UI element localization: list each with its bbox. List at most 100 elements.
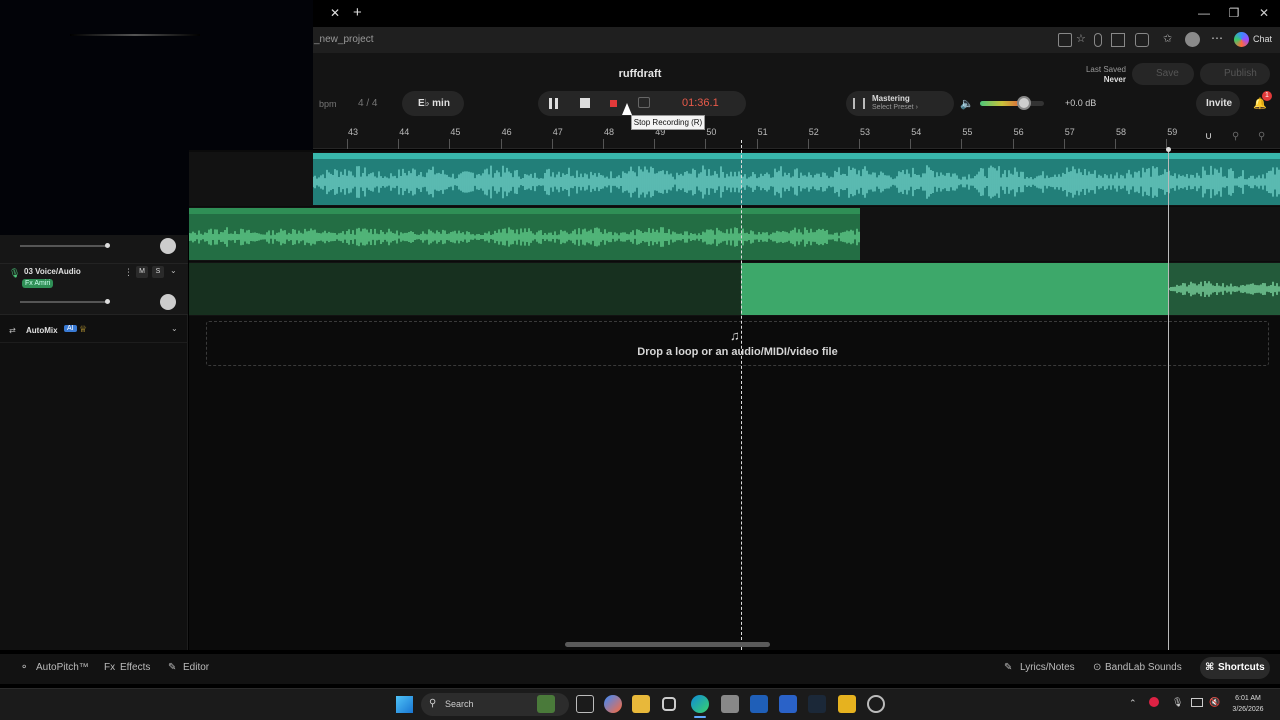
crown-icon: ♕ <box>79 324 88 334</box>
profile-avatar[interactable] <box>1185 32 1200 47</box>
audio-clip-track-1[interactable] <box>313 153 1280 205</box>
track-menu-icon[interactable]: ⋮ <box>124 267 133 278</box>
effects-button[interactable]: Effects <box>120 662 150 673</box>
steam-icon[interactable] <box>808 695 826 713</box>
ruler-tick <box>1115 139 1116 149</box>
ruler-bar-number: 46 <box>501 127 512 137</box>
audio-clip-track-3-tail[interactable] <box>1169 263 1280 315</box>
file-explorer-icon[interactable] <box>632 695 650 713</box>
chat-button[interactable]: Chat <box>1253 34 1272 44</box>
outlook-icon[interactable] <box>779 695 797 713</box>
stop-recording-tooltip: Stop Recording (R) <box>631 115 705 130</box>
microphone-icon[interactable] <box>1094 33 1102 47</box>
end-marker-line[interactable] <box>1168 150 1169 650</box>
copilot-icon[interactable] <box>1234 32 1249 47</box>
song-title[interactable]: ruffdraft <box>600 68 680 80</box>
editor-app-icon[interactable] <box>750 695 768 713</box>
mute-button[interactable]: M <box>136 266 148 278</box>
recording-region[interactable] <box>741 263 1169 315</box>
favorites-icon[interactable]: ✩ <box>1163 32 1172 45</box>
ruler-tick <box>551 139 553 149</box>
sounds-icon: ⊙ <box>1093 662 1102 673</box>
editor-button[interactable]: Editor <box>183 662 209 673</box>
playhead-line[interactable] <box>741 140 742 650</box>
solo-button[interactable]: S <box>152 266 164 278</box>
copilot-taskbar-icon[interactable] <box>604 695 622 713</box>
tray-app-icon[interactable] <box>1149 697 1159 707</box>
tray-microphone-icon[interactable]: 🎙 <box>1172 697 1183 708</box>
loop-icon[interactable] <box>638 97 650 108</box>
restore-window-icon[interactable]: ❐ <box>1224 6 1244 20</box>
keyboard-icon[interactable] <box>1111 33 1125 47</box>
horizontal-scrollbar[interactable] <box>565 642 770 647</box>
pause-icon-bar <box>555 98 558 109</box>
autopitch-button[interactable]: AutoPitch™ <box>36 662 89 673</box>
snap-magnet-icon[interactable]: ∪ <box>1205 131 1212 142</box>
zoom-out-icon[interactable]: ⚲ <box>1232 131 1239 142</box>
close-window-icon[interactable]: ✕ <box>1254 6 1274 20</box>
rockstar-icon[interactable] <box>838 695 856 713</box>
task-view-icon[interactable] <box>576 695 594 713</box>
app-available-icon[interactable] <box>1058 33 1072 47</box>
track-2-pan-knob[interactable] <box>160 238 176 254</box>
pause-icon[interactable] <box>549 98 552 109</box>
speaker-mute-icon[interactable]: 🔈 <box>960 97 974 110</box>
bandlab-sounds-button[interactable]: BandLab Sounds <box>1105 662 1182 673</box>
autopitch-icon: ⚬ <box>20 662 29 673</box>
track-2-volume-thumb[interactable] <box>105 243 110 248</box>
ruler-tick <box>449 139 451 149</box>
more-options-icon[interactable]: ⋯ <box>1211 31 1223 45</box>
track-volume-thumb[interactable] <box>105 299 110 304</box>
minimize-window-icon[interactable]: — <box>1194 6 1214 20</box>
track-fx-badge[interactable]: Fx Amiri <box>22 279 54 288</box>
new-tab-icon[interactable]: + <box>353 4 362 21</box>
close-tab-icon[interactable]: ✕ <box>330 6 340 20</box>
automix-row[interactable]: ⇄ AutoMix AI ♕ ⌄ <box>0 321 188 343</box>
track-pan-knob[interactable] <box>160 294 176 310</box>
mastering-preset: Select Preset › <box>872 104 918 111</box>
time-signature[interactable]: 4 / 4 <box>358 98 377 109</box>
automix-label: AutoMix <box>26 326 58 335</box>
chevron-up-icon[interactable]: ⌃ <box>1129 698 1137 709</box>
bpm-label[interactable]: bpm <box>319 99 337 109</box>
master-volume-knob[interactable] <box>1016 96 1031 110</box>
track-name[interactable]: 03 Voice/Audio <box>24 267 81 276</box>
shortcuts-icon: ⌘ <box>1205 662 1215 673</box>
track-2-volume-slider[interactable] <box>20 245 108 247</box>
clock[interactable]: 6:01 AM 3/26/2026 <box>1226 693 1270 715</box>
display-icon[interactable] <box>1191 698 1203 707</box>
extensions-icon[interactable] <box>1135 33 1149 47</box>
volume-muted-icon[interactable]: 🔇 <box>1209 697 1220 708</box>
ruler-bar-number: 58 <box>1116 127 1127 137</box>
store-icon[interactable] <box>721 695 739 713</box>
app-icon[interactable] <box>662 697 676 711</box>
ruler-bar-number: 59 <box>1167 127 1178 137</box>
chevron-down-icon[interactable]: ⌄ <box>171 324 178 333</box>
ruler-bar-number: 52 <box>808 127 819 137</box>
chevron-down-icon[interactable]: ⌄ <box>170 266 177 275</box>
key-label: E♭ min <box>418 98 450 109</box>
mouse-cursor-icon <box>622 103 632 115</box>
notification-badge: 1 <box>1262 91 1272 101</box>
settings-gear-icon[interactable] <box>867 695 885 713</box>
ai-badge: AI <box>64 325 77 332</box>
master-volume-slider[interactable] <box>980 101 1044 106</box>
invite-label: Invite <box>1206 98 1233 109</box>
end-marker-handle[interactable] <box>1166 147 1171 152</box>
audio-clip-track-2[interactable] <box>189 208 860 260</box>
windows-start-icon[interactable] <box>396 696 413 713</box>
ruler-tick <box>756 139 758 149</box>
track-header-2[interactable] <box>0 235 188 263</box>
last-saved-info: Last Saved Never <box>1050 65 1126 85</box>
audio-clip-track-3[interactable] <box>189 263 741 315</box>
track-volume-slider[interactable] <box>20 301 108 303</box>
lyrics-notes-button[interactable]: Lyrics/Notes <box>1020 662 1075 673</box>
url-text[interactable]: _new_project <box>314 34 373 45</box>
track-header-3[interactable]: 🎙 03 Voice/Audio Fx Amiri ⋮ M S ⌄ <box>0 263 188 315</box>
ruler-tick <box>910 139 912 149</box>
zoom-in-icon[interactable]: ⚲ <box>1258 131 1265 142</box>
record-button[interactable] <box>610 100 617 107</box>
edge-browser-icon[interactable] <box>691 695 709 713</box>
favorite-star-icon[interactable]: ☆ <box>1076 32 1086 45</box>
stop-button[interactable] <box>580 98 590 108</box>
